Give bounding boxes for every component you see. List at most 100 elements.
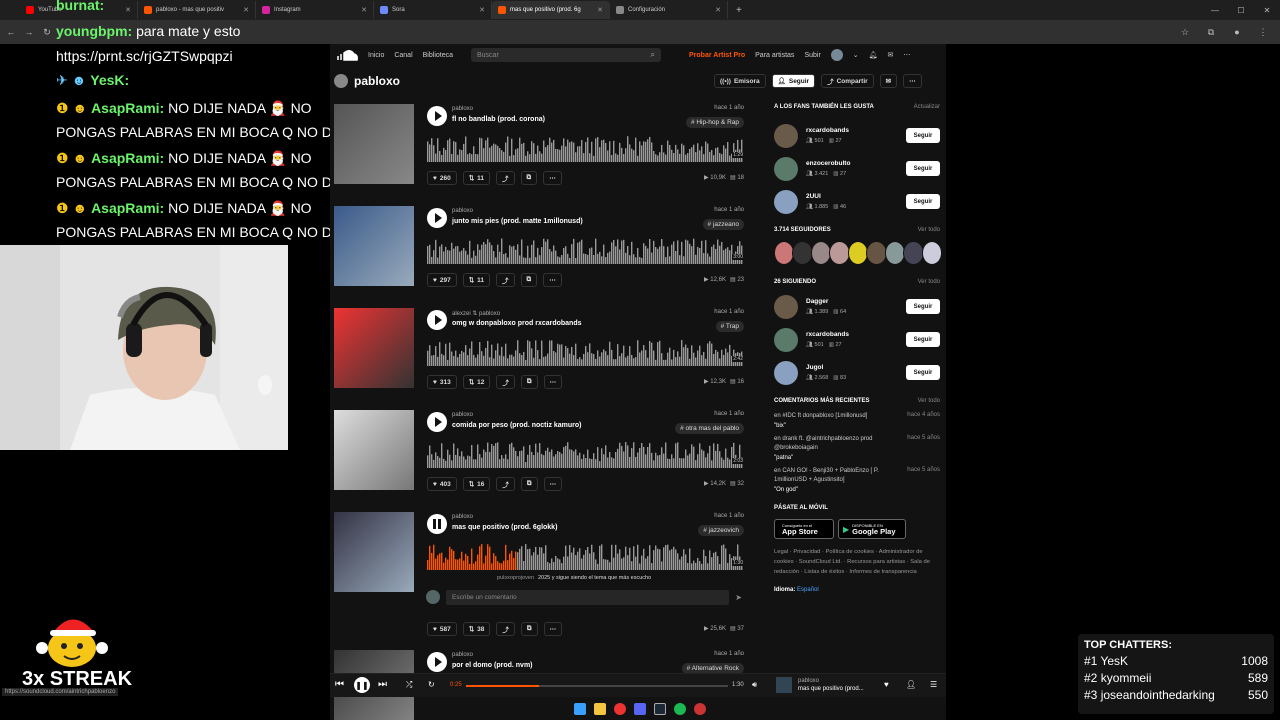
repost-button[interactable]: ⇅ 12 bbox=[462, 375, 491, 389]
chevron-down-icon[interactable]: ⌄ bbox=[853, 51, 859, 59]
discord-icon[interactable] bbox=[634, 703, 646, 715]
repost-button[interactable]: ⇅ 11 bbox=[462, 273, 491, 287]
bell-icon[interactable]: 🔔︎ bbox=[869, 51, 878, 59]
more-button[interactable]: ⋯ bbox=[543, 273, 562, 287]
avatar[interactable] bbox=[810, 241, 832, 265]
try-pro-link[interactable]: Probar Artist Pro bbox=[689, 52, 745, 59]
language-link[interactable]: Español bbox=[797, 587, 819, 593]
track-artist[interactable]: alexzei ⇅ pabloxo bbox=[452, 310, 500, 317]
avatar[interactable] bbox=[774, 241, 795, 265]
user-row[interactable]: rxcardobands 👥︎ 501 ▥ 27 Seguir bbox=[774, 122, 940, 155]
close-icon[interactable]: ✕ bbox=[479, 6, 485, 14]
user-add-icon[interactable]: 👤︎ bbox=[906, 680, 916, 689]
genre-tag[interactable]: # Trap bbox=[715, 321, 744, 332]
user-row[interactable]: 2UUI 👥︎ 1.885 ▥ 46 Seguir bbox=[774, 188, 940, 221]
menu-icon[interactable]: ⋮ bbox=[1256, 27, 1270, 38]
queue-icon[interactable]: ☰ bbox=[930, 680, 937, 689]
genre-tag[interactable]: # jazzeano bbox=[702, 219, 744, 230]
avatar[interactable] bbox=[866, 241, 887, 265]
share-button[interactable]: ⤴ Compartir bbox=[821, 74, 874, 88]
volume-icon[interactable]: 🔊︎ bbox=[752, 680, 757, 690]
steam-icon[interactable] bbox=[654, 703, 666, 715]
track-artist[interactable]: pabloxo bbox=[452, 652, 473, 658]
waveform-comment[interactable]: pulsxoprojoven 2025 y sigue siendo el tem… bbox=[494, 574, 655, 582]
user-name[interactable]: rxcardobands bbox=[806, 331, 849, 338]
follow-button[interactable]: Seguir bbox=[906, 365, 940, 380]
pause-button[interactable]: ❚❚ bbox=[354, 677, 370, 693]
track-artwork[interactable] bbox=[334, 308, 414, 388]
share-button[interactable]: ⤴ bbox=[496, 273, 515, 287]
share-button[interactable]: ⤴ bbox=[496, 477, 515, 491]
message-button[interactable]: ✉ bbox=[879, 74, 898, 88]
comment-track-link[interactable]: en drank ft. @aintrichpabloenzo prod @br… bbox=[774, 435, 894, 453]
copy-link-button[interactable]: ⧉ bbox=[520, 273, 538, 287]
google-play-badge[interactable]: ▶ DISPONIBLE EN Google Play bbox=[838, 519, 906, 539]
more-button[interactable]: ⋯ bbox=[903, 74, 922, 88]
copy-link-button[interactable]: ⧉ bbox=[520, 375, 538, 389]
more-button[interactable]: ⋯ bbox=[543, 375, 563, 389]
more-button[interactable]: ⋯ bbox=[543, 477, 563, 491]
play-button[interactable] bbox=[427, 412, 447, 432]
star-icon[interactable]: ☆ bbox=[1178, 27, 1192, 38]
now-playing-art[interactable] bbox=[776, 677, 792, 693]
station-button[interactable]: ((•)) Emisora bbox=[714, 74, 766, 88]
now-playing-artist[interactable]: pabloxo bbox=[798, 678, 819, 684]
like-button[interactable]: ♥ 260 bbox=[427, 171, 457, 185]
now-playing-title[interactable]: mas que positivo (prod... bbox=[798, 686, 864, 692]
play-button[interactable] bbox=[427, 106, 447, 126]
track-title[interactable]: comida por peso (prod. noctiz kamuro) bbox=[452, 422, 582, 429]
view-all-link[interactable]: Ver todo bbox=[918, 279, 940, 285]
view-all-link[interactable]: Ver todo bbox=[918, 227, 940, 233]
user-row[interactable]: Dagger 👥︎ 1.389 ▥ 64 Seguir bbox=[774, 293, 940, 326]
search-input[interactable]: Buscar ⌕ bbox=[471, 48, 661, 62]
app-store-badge[interactable]: Consíguelo en el App Store bbox=[774, 519, 834, 539]
user-row[interactable]: Jugol 👥︎ 2.568 ▥ 83 Seguir bbox=[774, 359, 940, 392]
track-artist[interactable]: pabloxo bbox=[452, 514, 473, 520]
track-artwork[interactable] bbox=[334, 104, 414, 184]
upload-link[interactable]: Subir bbox=[804, 52, 820, 59]
repeat-icon[interactable]: ↻ bbox=[428, 680, 435, 689]
user-name[interactable]: Jugol bbox=[806, 364, 823, 371]
track-title[interactable]: junto mis pies (prod. matte 1millonusd) bbox=[452, 218, 583, 225]
comment-track-link[interactable]: en CAN GO! - Benji30 + PabloEnzo [ P. 1m… bbox=[774, 467, 894, 485]
follow-button[interactable]: Seguir bbox=[906, 332, 940, 347]
spotify-icon[interactable] bbox=[674, 703, 686, 715]
genre-tag[interactable]: # Hip-hop & Rap bbox=[685, 117, 744, 128]
recent-comment[interactable]: en CAN GO! - Benji30 + PabloEnzo [ P. 1m… bbox=[774, 467, 940, 493]
avatar[interactable] bbox=[774, 124, 798, 148]
track-artist[interactable]: pabloxo bbox=[452, 208, 473, 214]
heart-icon[interactable]: ♥ bbox=[884, 680, 889, 689]
user-name[interactable]: enzocerobulto bbox=[806, 160, 850, 167]
comment-track-link[interactable]: en #IDC ft donpabloxo [1millonusd] bbox=[774, 412, 867, 421]
track-artwork[interactable] bbox=[334, 512, 414, 592]
share-button[interactable]: ⤴ bbox=[496, 622, 515, 636]
avatar[interactable] bbox=[884, 241, 906, 265]
avatar[interactable] bbox=[829, 241, 850, 265]
legal-links[interactable]: Legal · Privacidad · Política de cookies… bbox=[774, 547, 940, 577]
avatar[interactable] bbox=[774, 157, 798, 181]
avatar[interactable] bbox=[921, 241, 942, 265]
play-button[interactable] bbox=[427, 310, 447, 330]
recent-comment[interactable]: en #IDC ft donpabloxo [1millonusd] hace 4… bbox=[774, 412, 940, 429]
track-title[interactable]: fl no bandlab (prod. corona) bbox=[452, 116, 545, 123]
extensions-icon[interactable]: ⧉ bbox=[1204, 27, 1218, 38]
recent-comment[interactable]: en drank ft. @aintrichpabloenzo prod @br… bbox=[774, 435, 940, 461]
nav-library[interactable]: Biblioteca bbox=[423, 52, 453, 59]
follow-button[interactable]: Seguir bbox=[906, 128, 940, 143]
new-tab-button[interactable]: + bbox=[736, 5, 742, 16]
search-icon[interactable]: ⌕ bbox=[651, 50, 655, 60]
maximize-icon[interactable]: ☐ bbox=[1228, 6, 1254, 15]
view-all-link[interactable]: Ver todo bbox=[918, 398, 940, 404]
close-window-icon[interactable]: ✕ bbox=[1254, 6, 1280, 15]
tab-soundcloud-track[interactable]: mas que positivo (prod. 6g ✕ bbox=[492, 1, 610, 19]
close-icon[interactable]: ✕ bbox=[361, 6, 367, 14]
track-title[interactable]: mas que positivo (prod. 6glokk) bbox=[452, 524, 557, 531]
waveform[interactable] bbox=[427, 542, 743, 570]
share-button[interactable]: ⤴ bbox=[496, 171, 515, 185]
track-artwork[interactable] bbox=[334, 206, 414, 286]
copy-link-button[interactable]: ⧉ bbox=[520, 477, 538, 491]
soundcloud-logo-icon[interactable] bbox=[336, 49, 358, 61]
comment-input[interactable]: Escribe un comentario bbox=[446, 589, 730, 605]
tab-settings[interactable]: Configuración ✕ bbox=[610, 1, 728, 19]
avatar[interactable] bbox=[774, 295, 798, 319]
